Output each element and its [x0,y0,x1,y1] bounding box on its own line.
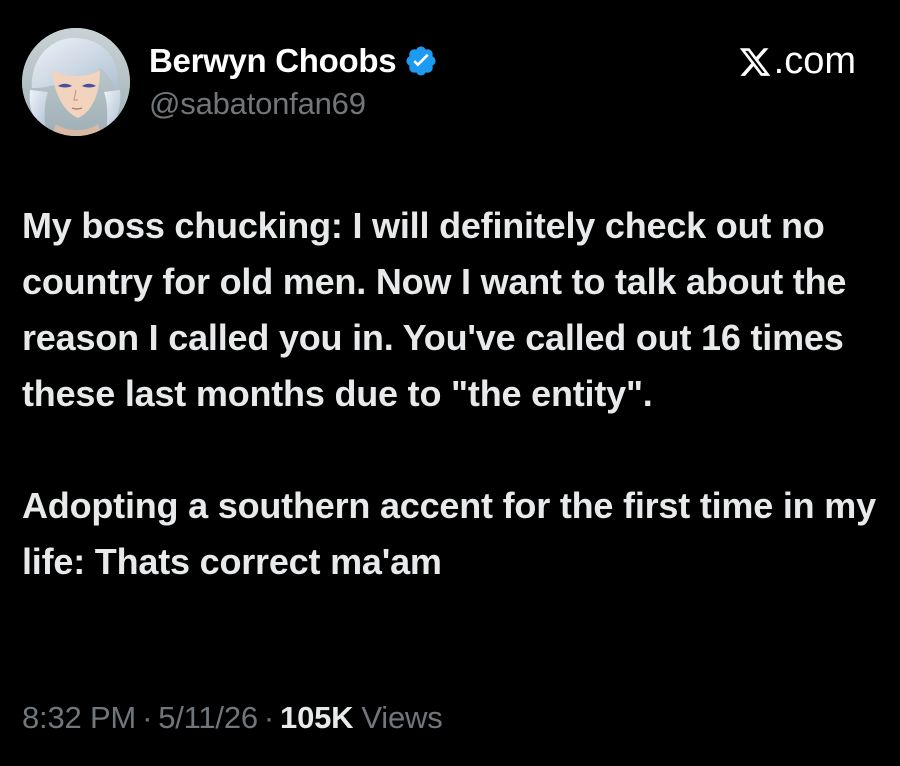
tweet-paragraph: My boss chucking: I will definitely chec… [22,205,857,414]
anime-character-avatar-icon [22,28,130,136]
verified-badge-icon [404,44,438,78]
tweet-date[interactable]: 5/11/26 [158,700,258,736]
tweet-paragraph: Adopting a southern accent for the first… [22,485,886,582]
display-name[interactable]: Berwyn Choobs [149,42,397,80]
meta-separator: · [142,700,153,735]
tweet-text: My boss chucking: I will definitely chec… [22,198,882,590]
tweet-card: Berwyn Choobs @sabatonfan69 .com My boss… [0,0,900,766]
tweet-time[interactable]: 8:32 PM [22,700,136,736]
tweet-meta: 8:32 PM · 5/11/26 · 105K Views [22,700,443,736]
x-logo-icon [738,45,772,79]
views-label: Views [361,700,443,735]
site-watermark: .com [738,40,856,83]
author-handle[interactable]: @sabatonfan69 [149,86,366,122]
site-watermark-text: .com [773,40,856,82]
views-count[interactable]: 105K [280,700,354,736]
avatar[interactable] [22,28,130,136]
meta-separator: · [263,700,275,735]
author-name-row: Berwyn Choobs [149,42,438,80]
